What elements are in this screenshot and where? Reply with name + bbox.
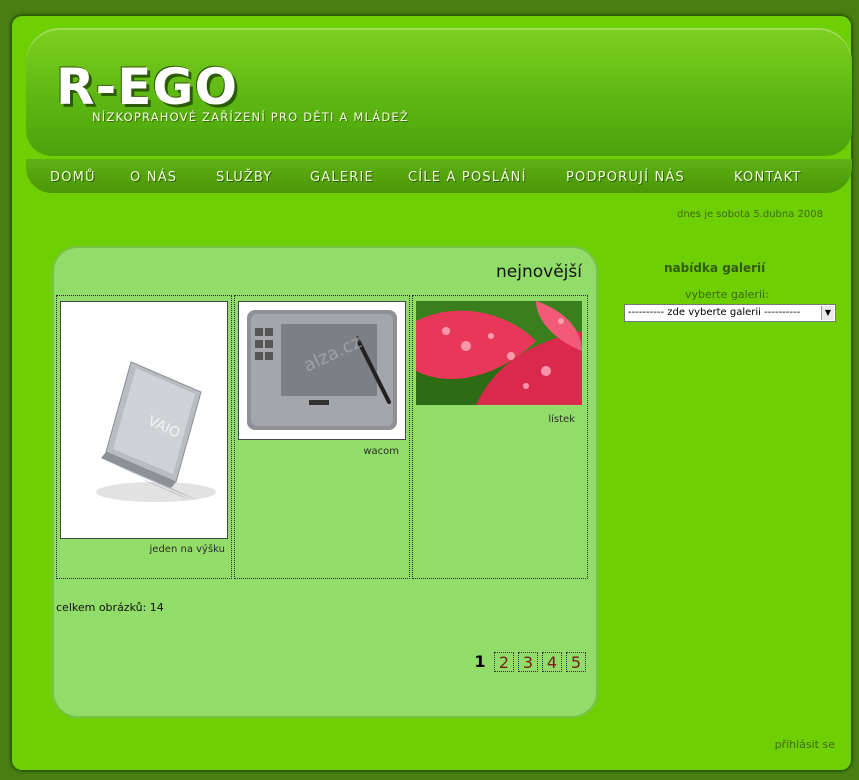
gallery-grid: VAIO jeden na výšku alza.cz wacom lístek	[56, 295, 590, 581]
nav-item-podporuji-nas[interactable]: PODPORUJÍ NÁS	[566, 170, 685, 190]
gallery-select-label: vyberte galerii:	[685, 288, 769, 301]
page-link[interactable]: 3	[518, 652, 538, 672]
thumbnail-caption: jeden na výšku	[149, 544, 225, 555]
thumbnail-caption: wacom	[363, 446, 399, 457]
page-link[interactable]: 2	[494, 652, 514, 672]
thumbnail-laptop[interactable]: VAIO	[60, 301, 228, 539]
thumbnail-leaf[interactable]	[416, 301, 582, 405]
page-link[interactable]: 4	[542, 652, 562, 672]
site-logo[interactable]: R-EGO	[56, 58, 238, 116]
page-current: 1	[474, 652, 486, 671]
page-link[interactable]: 5	[566, 652, 586, 672]
gallery-cell: alza.cz wacom	[234, 295, 410, 579]
gallery-cell: VAIO jeden na výšku	[56, 295, 232, 579]
pagination: 1 2 3 4 5	[470, 652, 586, 672]
gallery-title: nejnovější	[496, 262, 582, 282]
gallery-select-value: ---------- zde vyberte galerii ---------…	[628, 307, 801, 318]
gallery-cell: lístek	[412, 295, 588, 579]
login-link[interactable]: přihlásit se	[775, 738, 835, 751]
tablet-image: alza.cz	[239, 302, 405, 439]
laptop-image: VAIO	[61, 302, 227, 538]
current-date: dnes je sobota 5.dubna 2008	[676, 209, 823, 220]
gallery-panel: nejnovější VAIO jeden na výšku alza.cz w…	[52, 246, 598, 718]
nav-item-kontakt[interactable]: KONTAKT	[734, 170, 801, 190]
nav-item-sluzby[interactable]: SLUŽBY	[216, 170, 272, 190]
nav-item-o-nas[interactable]: O NÁS	[130, 170, 177, 190]
thumbnail-caption: lístek	[548, 414, 575, 425]
thumbnail-wacom[interactable]: alza.cz	[238, 301, 406, 440]
page-container: R-EGO NÍZKOPRAHOVÉ ZAŘÍZENÍ PRO DĚTI A M…	[8, 12, 855, 774]
site-tagline: NÍZKOPRAHOVÉ ZAŘÍZENÍ PRO DĚTI A MLÁDEŽ	[92, 110, 409, 124]
gallery-select[interactable]: ---------- zde vyberte galerii ---------…	[624, 304, 836, 322]
image-count: celkem obrázků: 14	[56, 601, 164, 614]
gallery-menu-title: nabídka galerií	[664, 261, 766, 275]
nav-item-domu[interactable]: DOMŮ	[50, 170, 96, 190]
leaf-image	[416, 301, 582, 405]
chevron-down-icon[interactable]: ▼	[821, 306, 834, 320]
nav-item-galerie[interactable]: GALERIE	[310, 170, 374, 190]
nav-item-cile-a-poslani[interactable]: CÍLE A POSLÁNÍ	[408, 170, 527, 190]
header-banner: R-EGO NÍZKOPRAHOVÉ ZAŘÍZENÍ PRO DĚTI A M…	[26, 28, 852, 156]
